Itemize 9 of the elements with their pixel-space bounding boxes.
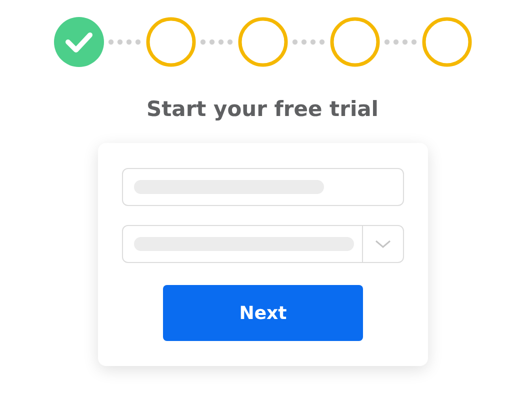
dots-icon (384, 39, 418, 45)
dropdown-field[interactable] (122, 225, 404, 263)
dots-icon (292, 39, 326, 45)
chevron-icon (375, 239, 391, 249)
dots-icon (108, 39, 142, 45)
page-title: Start your free trial (145, 97, 380, 121)
input-field[interactable] (122, 168, 404, 206)
next-button[interactable]: Next (163, 285, 363, 341)
dots-icon (200, 39, 234, 45)
